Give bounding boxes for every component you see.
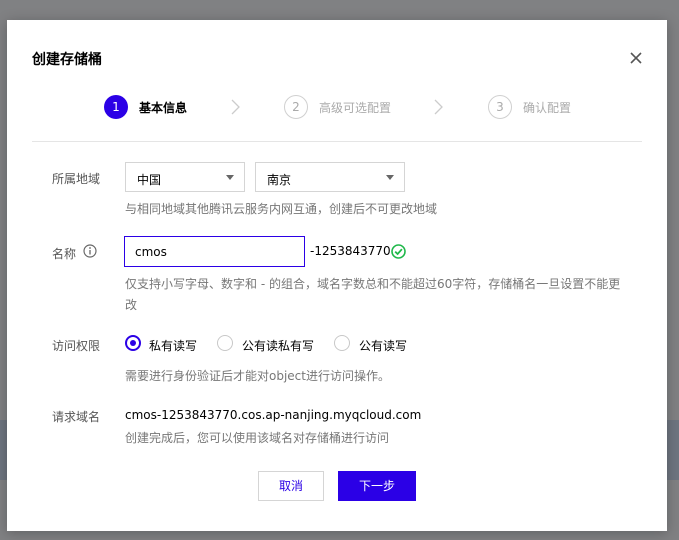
region-hint: 与相同地域其他腾讯云服务内网互通，创建后不可更改地域 xyxy=(125,202,438,216)
country-select-value: 中国 xyxy=(137,173,162,187)
city-select-value: 南京 xyxy=(267,173,292,187)
name-hint-line1: 仅支持小写字母、数字和 - 的组合，域名字数总和不能超过60字符，存储桶名一旦设… xyxy=(125,277,621,291)
step-1-label: 基本信息 xyxy=(139,101,188,115)
info-icon[interactable] xyxy=(83,244,97,258)
dialog-title: 创建存储桶 xyxy=(32,52,102,68)
radio-label-public-read-write[interactable]: 公有读写 xyxy=(359,337,407,354)
name-label: 名称 xyxy=(52,247,77,261)
step-2-number: 2 xyxy=(284,95,308,119)
radio-label-private-read-write[interactable]: 私有读写 xyxy=(149,337,197,354)
step-2-label: 高级可选配置 xyxy=(319,101,392,115)
chevron-right-icon xyxy=(231,99,240,115)
chevron-down-icon xyxy=(386,175,394,180)
domain-label: 请求域名 xyxy=(52,410,101,424)
domain-hint: 创建完成后，您可以使用该域名对存储桶进行访问 xyxy=(125,431,390,445)
cancel-button[interactable]: 取消 xyxy=(258,471,324,501)
radio-public-read-private-write[interactable] xyxy=(217,335,233,351)
step-3-label: 确认配置 xyxy=(523,101,572,115)
radio-label-public-read-private-write[interactable]: 公有读私有写 xyxy=(242,337,314,354)
region-label: 所属地域 xyxy=(52,172,101,186)
appid-suffix: -1253843770 xyxy=(310,244,391,258)
city-select[interactable]: 南京 xyxy=(255,162,405,192)
step-1-number: 1 xyxy=(104,95,128,119)
access-label: 访问权限 xyxy=(52,339,101,353)
request-domain: cmos-1253843770.cos.ap-nanjing.myqcloud.… xyxy=(125,408,422,422)
country-select[interactable]: 中国 xyxy=(125,162,245,192)
chevron-down-icon xyxy=(226,175,234,180)
access-hint: 需要进行身份验证后才能对object进行访问操作。 xyxy=(125,369,390,383)
radio-private-read-write[interactable] xyxy=(125,335,141,351)
create-bucket-dialog: 创建存储桶 1 基本信息 2 高级可选配置 3 确认配置 所属地域 中国 南京 … xyxy=(7,20,667,531)
name-hint-line2: 改 xyxy=(125,298,138,312)
radio-public-read-write[interactable] xyxy=(334,335,350,351)
check-circle-icon xyxy=(391,244,406,259)
close-icon[interactable] xyxy=(628,50,644,66)
chevron-right-icon xyxy=(434,99,443,115)
bucket-name-input[interactable] xyxy=(124,236,305,267)
steps-divider xyxy=(32,141,642,142)
next-step-button[interactable]: 下一步 xyxy=(338,471,416,501)
step-3-number: 3 xyxy=(488,95,512,119)
